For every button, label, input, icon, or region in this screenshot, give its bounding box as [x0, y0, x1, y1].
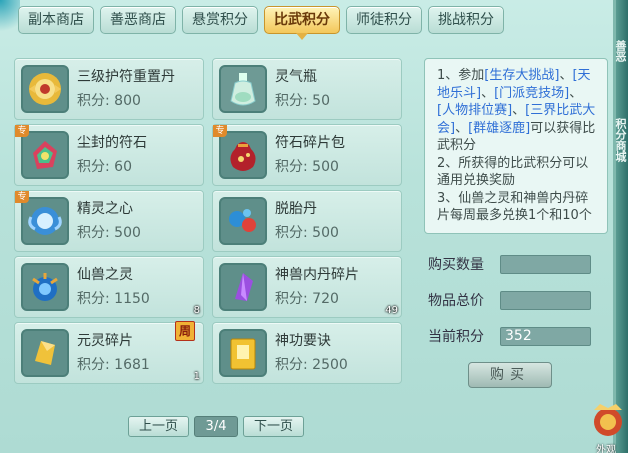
item-name: 脱胎丹 [275, 201, 317, 217]
shop-tabs: 副本商店 善恶商店 悬赏积分 比武积分 师徒积分 挑战积分 [18, 6, 504, 40]
item-quantity: 49 [385, 305, 398, 316]
shop-item[interactable]: 灵气瓶 积分: 50 [212, 58, 402, 120]
item-name: 精灵之心 [77, 201, 133, 217]
item-points: 积分: 60 [77, 159, 132, 175]
rune-fragment-bag-icon [219, 131, 267, 179]
skill-book-icon [219, 329, 267, 377]
shop-item[interactable]: 脱胎丹 积分: 500 [212, 190, 402, 252]
tab-duel-points[interactable]: 比武积分 [264, 6, 340, 40]
current-points-row: 当前积分 352 [428, 326, 591, 346]
total-label: 物品总价 [428, 293, 484, 309]
prev-page-button[interactable]: 上一页 [128, 416, 190, 437]
rule-text: 、 [512, 103, 526, 118]
item-name: 尘封的符石 [77, 135, 147, 151]
activity-link[interactable]: [生存大挑战] [484, 68, 559, 83]
corner-decoration [0, 0, 20, 40]
item-points: 积分: 50 [275, 93, 330, 109]
rules-description: 1、参加[生存大挑战]、[天地乐斗]、[门派竞技场]、[人物排位赛]、[三界比武… [424, 58, 608, 234]
exclusive-badge: 专 [15, 125, 29, 137]
tab-bounty-points[interactable]: 悬赏积分 [182, 6, 258, 34]
tab-mentor-points[interactable]: 师徒积分 [346, 6, 422, 34]
item-name: 三级护符重置丹 [77, 69, 175, 85]
buy-button[interactable]: 购买 [468, 362, 552, 388]
rule-text: 、 [455, 120, 469, 136]
rule-text: 3、仙兽之灵和神兽内丹碎片每周最多兑换1个和10个 [437, 190, 592, 224]
item-points: 积分: 1150 [77, 291, 150, 307]
quantity-field[interactable] [500, 254, 591, 274]
exclusive-badge: 专 [213, 125, 227, 137]
shop-item[interactable]: 三级护符重置丹 积分: 800 [14, 58, 204, 120]
item-points: 积分: 500 [77, 225, 141, 241]
item-name: 神功要诀 [275, 333, 331, 349]
item-name: 仙兽之灵 [77, 267, 133, 283]
activity-link[interactable]: [群雄逐鹿] [468, 121, 530, 136]
total-price-field [500, 290, 591, 310]
rule-text: 、 [559, 68, 573, 83]
sealed-rune-stone-icon [21, 131, 69, 179]
tab-dungeon-shop[interactable]: 副本商店 [18, 6, 94, 34]
current-points-value: 352 [500, 326, 591, 346]
item-points: 积分: 1681 [77, 357, 150, 373]
shop-panel: 副本商店 善恶商店 悬赏积分 比武积分 师徒积分 挑战积分 三级护符重置丹 积分… [0, 0, 616, 453]
item-name: 灵气瓶 [275, 69, 317, 85]
shop-item[interactable]: 8 仙兽之灵 积分: 1150 [14, 256, 204, 318]
side-edge: 善恶 积分商城 [614, 0, 628, 453]
activity-link[interactable]: [门派竞技场] [494, 86, 569, 101]
rule-text: 2、所获得的比武积分可以通用兑换奖励 [437, 155, 589, 189]
crystal-shard-icon [219, 263, 267, 311]
rule-text: 、 [481, 85, 495, 101]
total-row: 物品总价 [428, 290, 591, 310]
side-tag[interactable]: 积分商城 [614, 118, 628, 162]
yuanling-shard-icon [21, 329, 69, 377]
item-points: 积分: 2500 [275, 357, 348, 373]
spirit-bottle-icon [219, 65, 267, 113]
item-points: 积分: 500 [275, 159, 339, 175]
rule-text: 1、参加 [437, 68, 485, 83]
item-quantity: 8 [193, 305, 200, 316]
shop-item[interactable]: 专 尘封的符石 积分: 60 [14, 124, 204, 186]
page-indicator: 3/4 [194, 416, 239, 437]
item-grid: 三级护符重置丹 积分: 800 灵气瓶 积分: 50 专 尘封的符石 积分: 6… [14, 58, 402, 384]
item-name: 符石碎片包 [275, 135, 345, 151]
exclusive-badge: 专 [15, 191, 29, 203]
next-page-button[interactable]: 下一页 [243, 416, 305, 437]
elf-heart-icon [21, 197, 69, 245]
rebirth-pill-icon [219, 197, 267, 245]
beast-spirit-icon [21, 263, 69, 311]
side-tag[interactable]: 善恶 [614, 40, 628, 62]
item-points: 积分: 720 [275, 291, 339, 307]
golden-charm-pill-icon [21, 65, 69, 113]
activity-link[interactable]: [人物排位赛] [437, 103, 512, 118]
quantity-label: 购买数量 [428, 257, 484, 273]
shop-item[interactable]: 专 精灵之心 积分: 500 [14, 190, 204, 252]
item-quantity: 1 [193, 371, 200, 382]
current-points-label: 当前积分 [428, 329, 484, 345]
item-name: 神兽内丹碎片 [275, 267, 359, 283]
shop-item[interactable]: 神功要诀 积分: 2500 [212, 322, 402, 384]
pagination: 上一页 3/4 下一页 [128, 416, 305, 437]
shop-item[interactable]: 49 神兽内丹碎片 积分: 720 [212, 256, 402, 318]
weekly-limit-tag: 周 [175, 321, 195, 341]
quantity-row: 购买数量 [428, 254, 591, 274]
rule-text: 、 [569, 85, 583, 101]
tab-karma-shop[interactable]: 善恶商店 [100, 6, 176, 34]
shop-item[interactable]: 1 周 元灵碎片 积分: 1681 [14, 321, 204, 384]
item-name: 元灵碎片 [77, 333, 133, 349]
item-points: 积分: 800 [77, 93, 141, 109]
shop-item[interactable]: 专 符石碎片包 积分: 500 [212, 124, 402, 186]
item-points: 积分: 500 [275, 225, 339, 241]
tab-challenge-points[interactable]: 挑战积分 [428, 6, 504, 34]
appearance-label: 外观 [596, 445, 616, 453]
